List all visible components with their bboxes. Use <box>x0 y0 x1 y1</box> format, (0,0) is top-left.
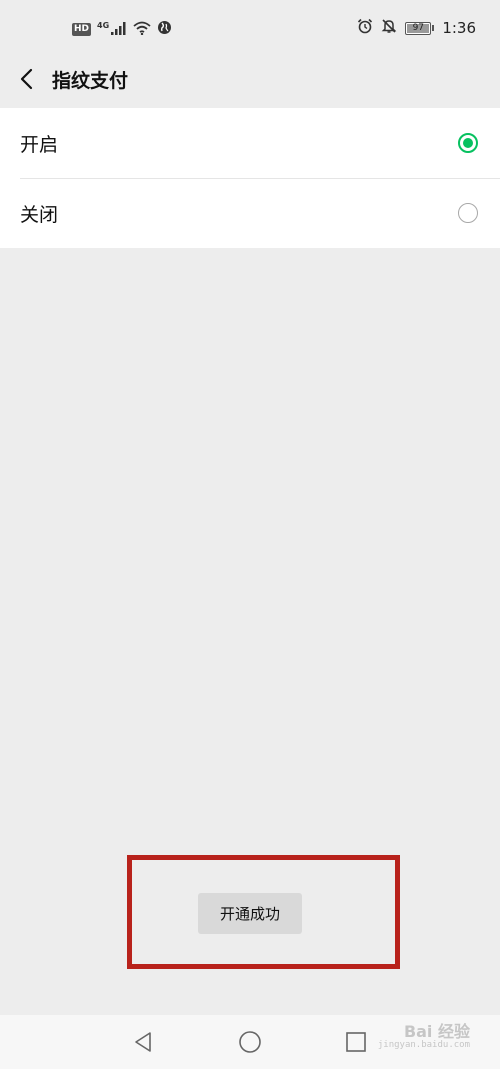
status-bar-right: 97 1:36 <box>357 18 476 38</box>
wifi-icon <box>133 20 151 39</box>
status-time: 1:36 <box>442 19 476 37</box>
nav-recents-icon <box>346 1032 366 1052</box>
status-bar: HD 4G 97 1:36 <box>0 0 500 52</box>
alarm-icon <box>357 18 373 38</box>
watermark-logo: Bai 经验 <box>403 1022 470 1041</box>
battery-level: 97 <box>412 22 425 33</box>
page-header: 指纹支付 <box>0 52 500 106</box>
hd-icon: HD <box>72 23 92 36</box>
option-enable-radio[interactable] <box>458 133 478 153</box>
option-enable-label: 开启 <box>20 133 59 156</box>
globe-icon <box>157 20 172 39</box>
status-bar-left: HD 4G <box>72 20 172 39</box>
option-list: 开启 关闭 <box>0 108 500 248</box>
page-title: 指纹支付 <box>52 70 129 92</box>
signal-icon <box>111 20 127 39</box>
screen: HD 4G 97 1:36 指纹支付 开启 关闭 开通成功 Bai 经验 jin… <box>0 0 500 1069</box>
option-enable[interactable]: 开启 <box>0 108 500 178</box>
nav-back-icon <box>135 1032 151 1052</box>
battery-tip <box>432 25 435 31</box>
mute-icon <box>381 18 397 38</box>
watermark-url: jingyan.baidu.com <box>377 1040 470 1050</box>
toast-message: 开通成功 <box>198 893 302 934</box>
option-disable-label: 关闭 <box>20 203 59 226</box>
nav-home-icon <box>239 1031 261 1053</box>
nav-recents-button[interactable] <box>341 1027 371 1057</box>
back-button[interactable] <box>12 64 42 94</box>
option-disable-radio[interactable] <box>458 203 478 223</box>
nav-home-button[interactable] <box>235 1027 265 1057</box>
option-disable[interactable]: 关闭 <box>0 178 500 248</box>
battery-icon: 97 <box>405 21 432 35</box>
nav-back-button[interactable] <box>128 1027 158 1057</box>
network-type-label: 4G <box>97 21 110 30</box>
chevron-left-icon <box>20 68 33 90</box>
